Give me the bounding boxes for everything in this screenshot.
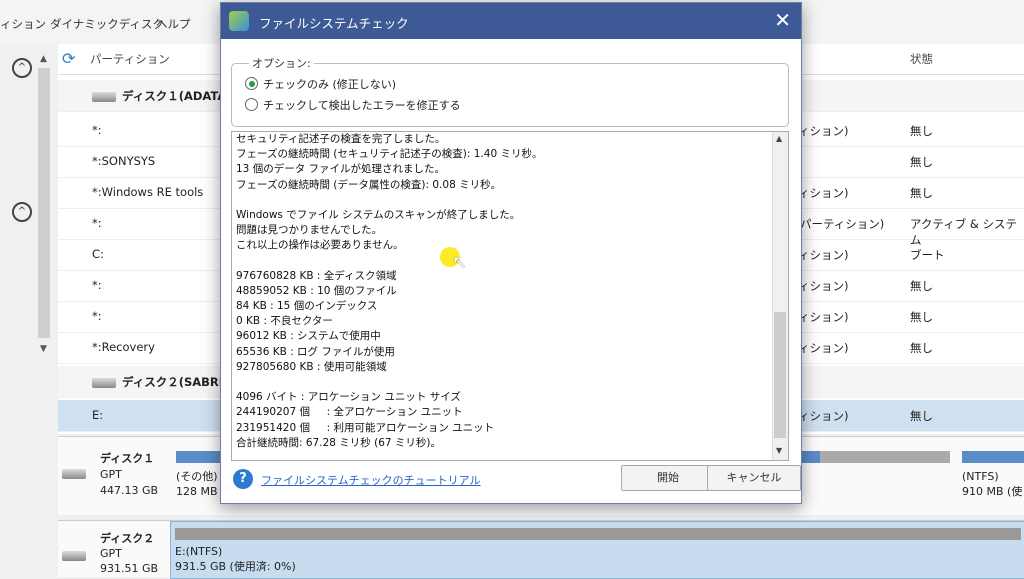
partition-bar[interactable] [962,451,1024,463]
help-icon[interactable]: ? [233,469,253,489]
scroll-up-arrow-icon[interactable]: ▲ [776,134,782,143]
start-button[interactable]: 開始 [621,465,715,491]
log-line: 976760828 KB : 全ディスク領域 [236,269,397,282]
disk-icon [92,92,116,102]
disk-icon [92,378,116,388]
log-line: セキュリティ記述子の検査を完了しました。 [236,133,446,145]
log-line: 84 KB : 15 個のインデックス [236,300,378,313]
close-icon[interactable]: ✕ [774,8,791,32]
collapse-up-icon[interactable]: ^ [12,58,32,78]
option-check-only[interactable]: チェックのみ (修正しない) [245,75,545,91]
log-line: 65536 KB : ログ ファイルが使用 [236,345,395,358]
collapse-circle-icon[interactable]: ^ [12,202,32,222]
scroll-down-arrow-icon[interactable]: ▼ [40,344,47,354]
menu-help[interactable]: ヘルプ [156,16,191,32]
menu-dynamic-disk[interactable]: ダイナミックディスク [50,16,164,32]
partition-block-e[interactable]: E:(NTFS) 931.5 GB (使用済: 0%) [170,521,1024,579]
tutorial-link[interactable]: ファイルシステムチェックのチュートリアル [261,472,481,488]
dialog-title: ファイルシステムチェック [259,16,409,31]
dialog-titlebar[interactable]: ファイルシステムチェック ✕ [221,3,801,39]
log-line: 0 KB : 不良セクター [236,315,333,328]
refresh-icon[interactable]: ⟳ [62,44,75,74]
column-header-partition: パーティション [90,52,170,66]
scrollbar-thumb[interactable] [38,68,50,338]
log-line: 927805680 KB : 使用可能領域 [236,360,387,373]
log-line: 問題は見つかりませんでした。 [236,224,383,237]
app-icon [229,11,249,31]
log-line: フェーズの継続時間 (データ属性の検査): 0.08 ミリ秒。 [236,178,502,191]
log-line: Windows でファイル システムのスキャンが終了しました。 [236,208,521,221]
menu-partition[interactable]: ィション [0,16,46,32]
log-text: セキュリティ記述子の検査を完了しました。フェーズの継続時間 (セキュリティ記述子… [236,132,756,451]
disk-icon [62,551,86,561]
log-line: 48859052 KB : 10 個のファイル [236,284,397,297]
partition-bar[interactable] [820,451,950,463]
file-system-check-dialog: ファイルシステムチェック ✕ オプション: チェックのみ (修正しない) チェッ… [220,2,802,504]
log-line: 4096 バイト : アロケーション ユニット サイズ [236,391,461,404]
mouse-pointer-icon: ↖ [452,252,468,273]
options-legend: オプション: [249,55,314,71]
log-scroll-thumb[interactable] [774,312,786,438]
log-line: 231951420 個 : 利用可能アロケーション ユニット [236,421,495,434]
partition-bar[interactable] [802,451,820,463]
log-line: 96012 KB : システムで使用中 [236,330,381,343]
check-log-output[interactable]: セキュリティ記述子の検査を完了しました。フェーズの継続時間 (セキュリティ記述子… [231,131,789,461]
column-header-status: 状態 [910,52,933,66]
option-check-and-fix[interactable]: チェックして検出したエラーを修正する [245,96,545,112]
log-line: 244190207 個 : 全アロケーション ユニット [236,406,463,419]
log-line: これ以上の操作は必要ありません。 [236,239,404,252]
disk-map-row-2[interactable]: ディスク２ GPT 931.51 GB E:(NTFS) 931.5 GB (使… [58,520,1024,579]
disk-name: ディスク１(ADATA [122,89,227,103]
radio-checked-icon[interactable] [245,77,258,90]
options-group [231,63,789,127]
scroll-down-arrow-icon[interactable]: ▼ [776,446,782,455]
log-line: 13 個のデータ ファイルが処理されました。 [236,163,446,176]
left-panel: ^ ▲ ^ ▼ [0,44,59,434]
disk-icon [62,469,86,479]
partition-bar[interactable] [176,451,220,463]
log-line: 合計継続時間: 67.28 ミリ秒 (67 ミリ秒)。 [236,436,442,449]
scroll-up-arrow-icon[interactable]: ▲ [40,54,47,64]
cancel-button[interactable]: キャンセル [707,465,801,491]
radio-unchecked-icon[interactable] [245,98,258,111]
log-line: フェーズの継続時間 (セキュリティ記述子の検査): 1.40 ミリ秒。 [236,148,543,161]
